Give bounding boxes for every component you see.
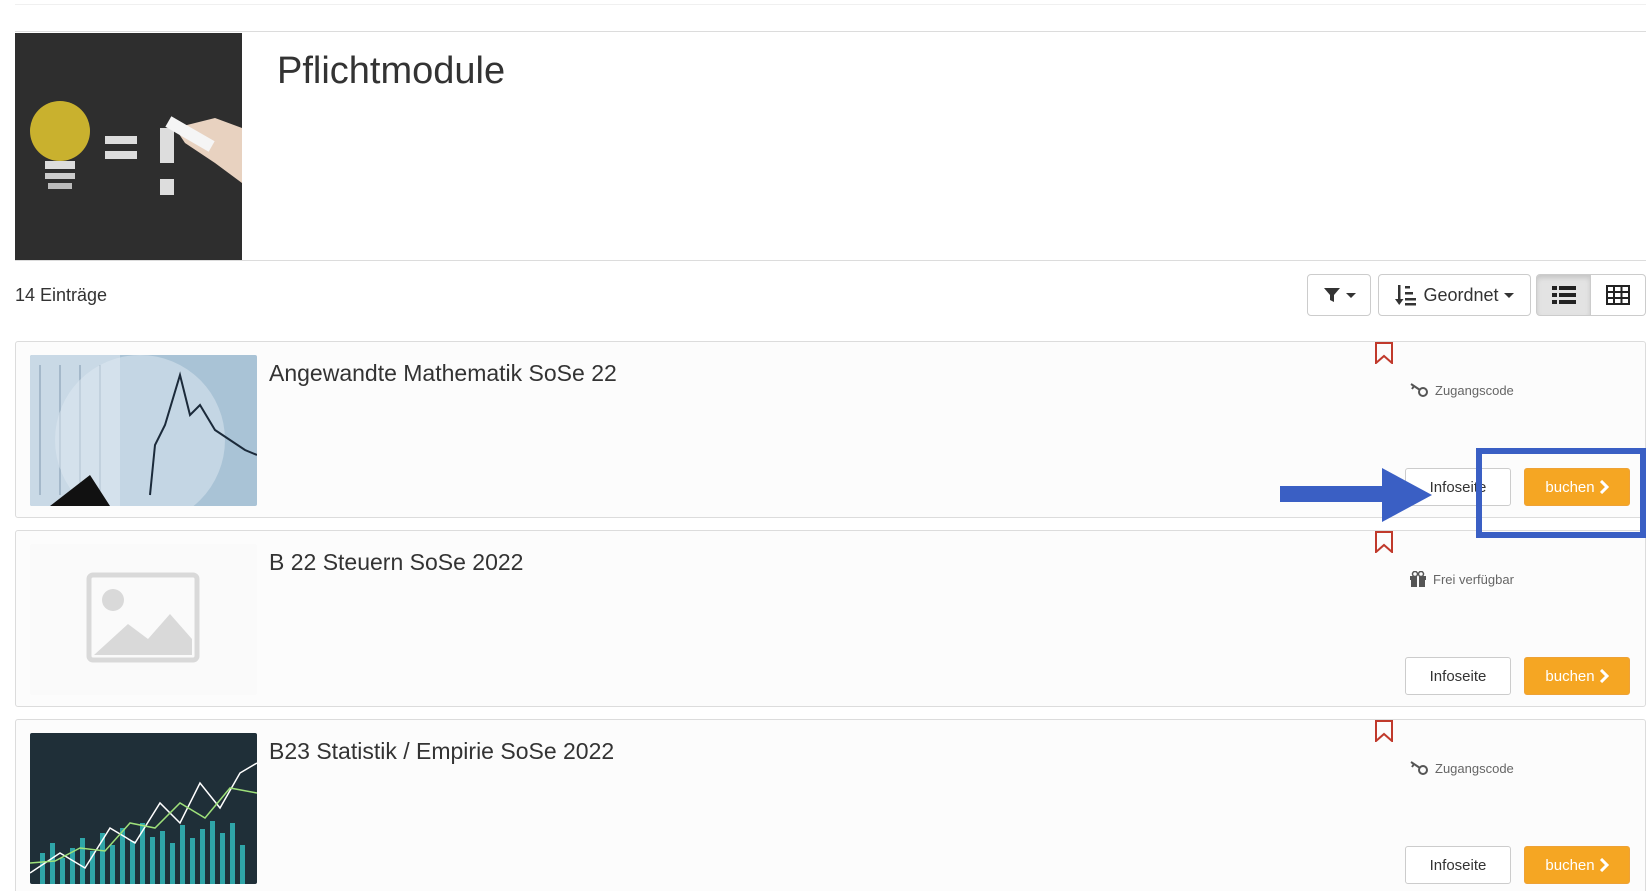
course-title[interactable]: Angewandte Mathematik SoSe 22 <box>269 360 617 387</box>
course-thumbnail-placeholder <box>30 544 257 695</box>
key-icon <box>1410 761 1428 775</box>
access-label: Zugangscode <box>1435 382 1514 398</box>
book-button[interactable]: buchen <box>1524 846 1630 884</box>
chevron-down-icon <box>1503 292 1514 298</box>
top-divider <box>15 4 1646 5</box>
book-label: buchen <box>1545 667 1595 685</box>
info-button[interactable]: Infoseite <box>1405 657 1511 695</box>
key-icon <box>1410 383 1428 397</box>
bookmark-icon[interactable] <box>1374 720 1394 742</box>
sort-button[interactable]: Geordnet <box>1378 274 1531 316</box>
sort-label: Geordnet <box>1423 284 1499 305</box>
page-title: Pflichtmodule <box>277 50 506 92</box>
access-info: Zugangscode <box>1409 760 1514 776</box>
filter-icon <box>1323 288 1340 302</box>
view-toggle <box>1536 274 1646 316</box>
table-view-button[interactable] <box>1591 274 1646 316</box>
bookmark-icon[interactable] <box>1374 342 1394 364</box>
access-info: Zugangscode <box>1409 382 1514 398</box>
info-button[interactable]: Infoseite <box>1405 846 1511 884</box>
chevron-right-icon <box>1599 669 1609 683</box>
chevron-right-icon <box>1599 858 1609 872</box>
header-image <box>15 33 242 260</box>
course-thumbnail <box>30 355 257 506</box>
course-title[interactable]: B 22 Steuern SoSe 2022 <box>269 549 523 576</box>
arrow-right-icon <box>1280 468 1432 522</box>
course-card[interactable]: B23 Statistik / Empirie SoSe 2022 Zugang… <box>15 719 1646 891</box>
filter-button[interactable] <box>1307 274 1371 316</box>
highlight-box <box>1476 448 1646 538</box>
list-view-icon <box>1551 286 1576 304</box>
gift-icon <box>1410 571 1426 587</box>
book-button[interactable]: buchen <box>1524 657 1630 695</box>
course-thumbnail <box>30 733 257 884</box>
course-card[interactable]: B 22 Steuern SoSe 2022 Frei verfügbar In… <box>15 530 1646 707</box>
access-info: Frei verfügbar <box>1409 571 1514 587</box>
page-header: Pflichtmodule <box>15 31 1646 261</box>
course-title[interactable]: B23 Statistik / Empirie SoSe 2022 <box>269 738 614 765</box>
list-view-button[interactable] <box>1536 274 1591 316</box>
access-label: Zugangscode <box>1435 760 1514 776</box>
bookmark-icon[interactable] <box>1374 531 1394 553</box>
chevron-down-icon <box>1345 292 1356 298</box>
list-toolbar: Geordnet <box>0 274 1646 316</box>
book-label: buchen <box>1545 856 1595 874</box>
table-view-icon <box>1606 285 1630 305</box>
access-label: Frei verfügbar <box>1433 571 1514 587</box>
sort-icon <box>1395 285 1417 306</box>
